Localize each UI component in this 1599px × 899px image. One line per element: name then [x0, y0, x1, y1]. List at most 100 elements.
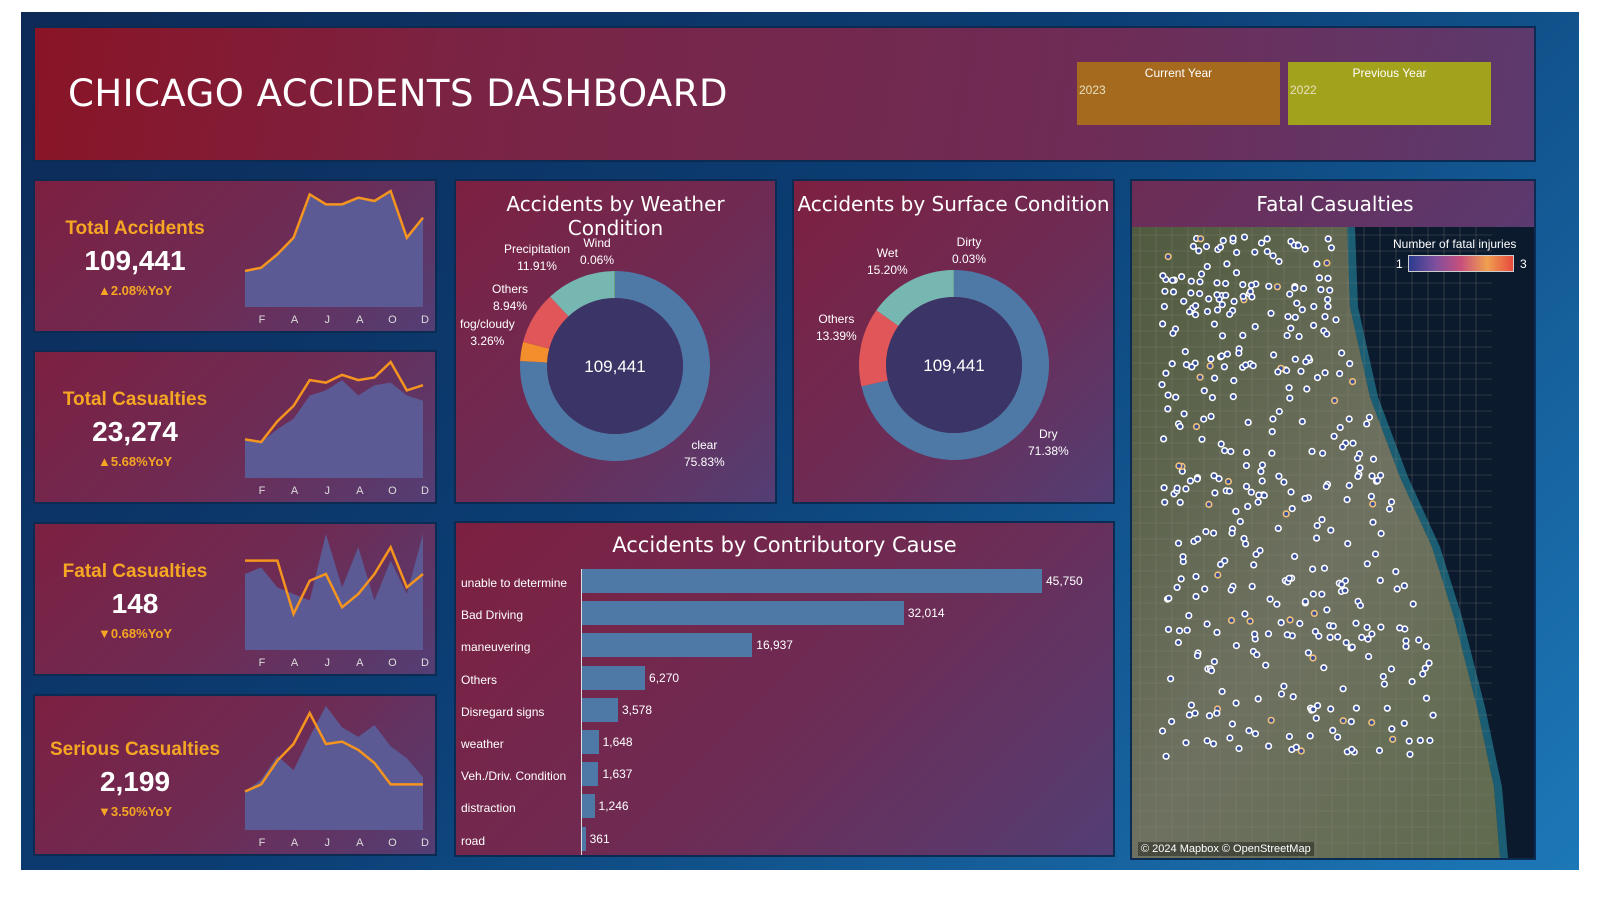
fatal-point	[1200, 387, 1208, 395]
fatal-point	[1195, 289, 1204, 298]
fatal-point	[1269, 252, 1277, 260]
month-tick: F	[259, 314, 266, 326]
fatal-point	[1205, 500, 1213, 509]
fatal-point	[1358, 633, 1366, 642]
fatal-point	[1173, 484, 1181, 492]
label-others-name: Others	[492, 282, 529, 296]
fatal-point	[1269, 415, 1277, 423]
bar-category-label: Others	[461, 672, 498, 687]
fatal-point	[1247, 488, 1255, 496]
kpi-total-accidents[interactable]: Total Accidents 109,441 ▲2.08%YoY F A J A O D	[33, 179, 437, 333]
fatal-point	[1193, 652, 1202, 660]
bar[interactable]	[582, 794, 595, 819]
fatal-point	[1339, 717, 1347, 725]
fatal-point	[1368, 472, 1376, 480]
fatal-point	[1202, 528, 1210, 536]
bar[interactable]	[582, 697, 618, 722]
fatal-point	[1301, 597, 1309, 606]
bar[interactable]	[582, 665, 646, 690]
bar[interactable]	[582, 633, 753, 658]
fatal-point	[1400, 582, 1409, 590]
fatal-point	[1405, 737, 1413, 745]
fatal-point	[1317, 285, 1325, 294]
kpi-change: ▲5.68%YoY	[97, 454, 173, 469]
fatal-point	[1321, 369, 1329, 377]
fatal-point	[1264, 630, 1273, 638]
label-others: Others 13.39%	[816, 311, 857, 345]
fatal-point	[1308, 447, 1316, 455]
fatal-point	[1336, 370, 1344, 378]
fatal-point	[1228, 720, 1236, 728]
fatal-point	[1352, 704, 1360, 712]
kpi-serious-casualties[interactable]: Serious Casualties 2,199 ▼3.50%YoY F A J A O…	[33, 694, 437, 856]
fatal-point	[1295, 332, 1303, 341]
surface-condition-panel[interactable]: Accidents by Surface Condition 109,441 W…	[792, 179, 1115, 504]
fatal-point	[1280, 682, 1288, 690]
kpi-value: 2,199	[99, 766, 171, 797]
bar[interactable]	[582, 569, 1042, 593]
fatal-casualties-map[interactable]	[1132, 227, 1534, 858]
kpi-fatal-casualties[interactable]: Fatal Casualties 148 ▼0.68%YoY F A J A O D	[33, 522, 437, 676]
fatal-point	[1345, 415, 1353, 423]
kpi-total-casualties[interactable]: Total Casualties 23,274 ▲5.68%YoY F A J A O D	[33, 350, 437, 504]
fatal-point	[1348, 745, 1356, 754]
fatal-point	[1320, 564, 1329, 572]
fatal-point	[1210, 374, 1219, 382]
fatal-point	[1338, 580, 1346, 589]
fatal-point	[1177, 575, 1185, 583]
bar[interactable]	[582, 826, 586, 851]
fatal-point	[1348, 643, 1356, 651]
label-wind-name: Wind	[583, 236, 611, 250]
bar[interactable]	[582, 730, 599, 754]
fatal-point	[1286, 616, 1294, 624]
fatal-point	[1232, 699, 1240, 707]
label-dry: Dry 71.38%	[1028, 426, 1069, 460]
map-credit: © 2024 Mapbox © OpenStreetMap	[1138, 842, 1314, 856]
fatal-point	[1386, 505, 1394, 513]
fatal-point	[1291, 313, 1299, 321]
fatal-point	[1249, 362, 1257, 370]
fatal-casualties-map-panel[interactable]: Fatal Casualties Number of fatal injurie…	[1130, 179, 1536, 860]
month-tick: D	[421, 314, 429, 326]
fatal-point	[1250, 630, 1259, 638]
fatal-point	[1334, 633, 1342, 641]
bar[interactable]	[582, 762, 599, 787]
fatal-point	[1400, 719, 1408, 727]
contributory-cause-panel[interactable]: Accidents by Contributory Cause unable t…	[454, 521, 1115, 857]
fatal-point	[1312, 714, 1320, 722]
label-clear-value: 75.83%	[684, 455, 725, 469]
fatal-point	[1285, 732, 1293, 741]
fatal-point	[1292, 743, 1300, 751]
fatal-point	[1203, 620, 1211, 628]
fatal-point	[1175, 462, 1183, 470]
fatal-point	[1205, 295, 1213, 303]
fatal-point	[1158, 381, 1166, 389]
fatal-point	[1321, 312, 1329, 321]
fatal-point	[1291, 552, 1299, 561]
fatal-point	[1175, 627, 1184, 635]
fatal-point	[1375, 746, 1384, 755]
fatal-point	[1313, 374, 1322, 382]
month-tick: A	[291, 314, 299, 326]
fatal-point	[1221, 279, 1230, 288]
fatal-point	[1181, 347, 1189, 356]
fatal-point	[1205, 712, 1214, 720]
fatal-point	[1294, 241, 1302, 250]
bar[interactable]	[582, 601, 904, 626]
fatal-point	[1339, 443, 1347, 451]
fatal-point	[1275, 257, 1283, 266]
weather-condition-panel[interactable]: Accidents by Weather Condition 109,441 P…	[454, 179, 777, 504]
current-year-selector[interactable]: Current Year 2023	[1077, 62, 1280, 125]
label-wet-value: 15.20%	[867, 263, 908, 277]
fatal-point	[1230, 377, 1238, 385]
previous-year-selector[interactable]: Previous Year 2022	[1288, 62, 1491, 125]
fatal-point	[1164, 391, 1172, 399]
month-tick: J	[324, 657, 330, 669]
bar-category-label: Veh./Driv. Condition	[461, 769, 567, 784]
fatal-point	[1280, 478, 1288, 486]
label-others: Others 8.94%	[492, 281, 528, 315]
dashboard-title: CHICAGO ACCIDENTS DASHBOARD	[68, 72, 728, 115]
fatal-point	[1166, 675, 1175, 683]
month-tick: F	[259, 657, 266, 669]
fatal-point	[1368, 718, 1376, 727]
